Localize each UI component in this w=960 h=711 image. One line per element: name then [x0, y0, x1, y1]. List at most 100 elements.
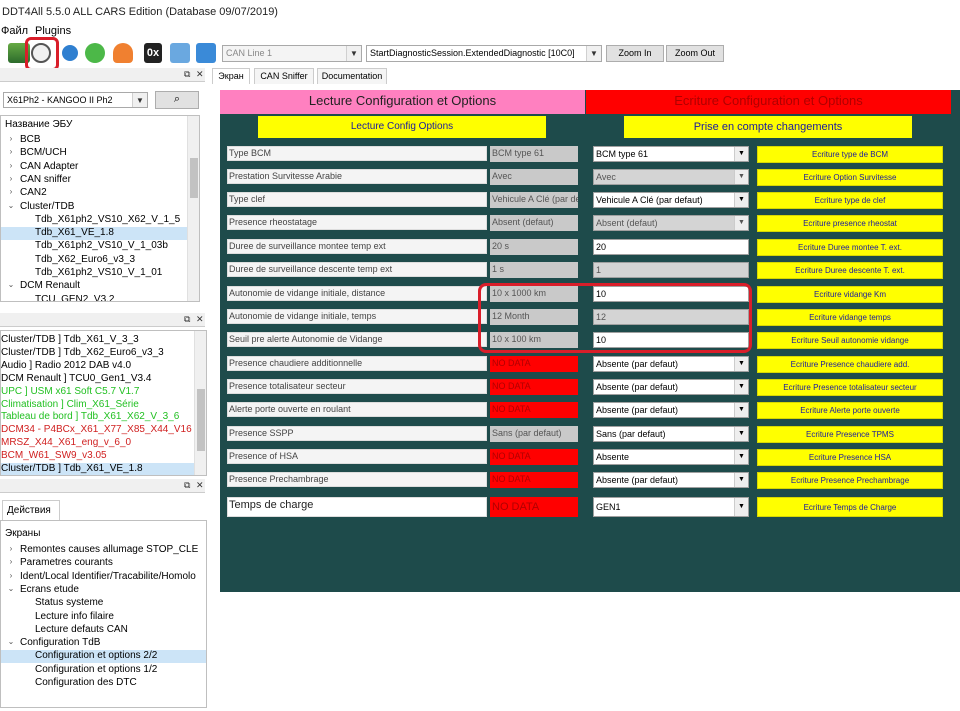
tree-item[interactable]: Tdb_X61ph2_VS10_X62_V_1_5 — [1, 214, 189, 227]
param-select[interactable]: Absente (par defaut) ▼ — [593, 379, 749, 395]
scroll-thumb[interactable] — [190, 158, 198, 198]
tab-actions[interactable]: Действия — [2, 500, 60, 520]
tree-item[interactable]: Tdb_X61_VE_1.8 — [1, 227, 189, 241]
param-select[interactable]: Absente ▼ — [593, 449, 749, 465]
tree-item[interactable]: › CAN2 — [1, 187, 189, 200]
read-config-button[interactable]: Lecture Config Options — [258, 116, 546, 138]
tree-item[interactable]: › BCM/UCH — [1, 147, 189, 160]
expander-icon[interactable]: › — [5, 147, 17, 159]
param-select[interactable]: BCM type 61 ▼ — [593, 146, 749, 162]
menu-plugins[interactable]: Plugins — [35, 25, 71, 37]
close-icon[interactable]: ✕ — [196, 314, 204, 325]
history-item[interactable]: DCM34 - P4BCx_X61_X77_X85_X44_V16 — [1, 424, 195, 437]
refresh-icon[interactable] — [62, 45, 78, 61]
write-param-button[interactable]: Ecriture presence rheostat — [757, 215, 943, 232]
write-param-button[interactable]: Ecriture Alerte porte ouverte — [757, 402, 943, 419]
param-select[interactable]: Absente (par defaut) ▼ — [593, 402, 749, 418]
param-select[interactable]: Sans (par defaut) ▼ — [593, 426, 749, 442]
tree-item[interactable]: Tdb_X61ph2_VS10_V_1_03b — [1, 240, 189, 253]
write-param-button[interactable]: Ecriture Seuil autonomie vidange — [757, 332, 943, 349]
plug-icon[interactable] — [196, 43, 216, 63]
screen-item[interactable]: › Remontes causes allumage STOP_CLE — [1, 544, 206, 557]
expander-icon[interactable]: › — [5, 557, 17, 569]
expander-icon[interactable]: › — [5, 571, 17, 583]
tree-item[interactable]: TCU_GEN2_V3.2 — [1, 294, 189, 301]
write-param-button[interactable]: Ecriture Presence totalisateur secteur — [757, 379, 943, 396]
zoom-out-button[interactable]: Zoom Out — [666, 45, 724, 62]
write-param-button[interactable]: Ecriture Presence Prechambrage — [757, 472, 943, 489]
log-scrollbar[interactable] — [194, 331, 206, 475]
can-line-select[interactable]: CAN Line 1 ▼ — [222, 45, 362, 62]
history-item[interactable]: Audio ] Radio 2012 DAB v4.0 — [1, 360, 195, 373]
tree-item[interactable]: Tdb_X62_Euro6_v3_3 — [1, 254, 189, 267]
screen-item[interactable]: ⌄ Configuration TdB — [1, 637, 206, 650]
history-item[interactable]: Cluster/TDB ] Tdb_X61_VE_1.8 — [1, 463, 195, 475]
write-param-button[interactable]: Ecriture Duree montee T. ext. — [757, 239, 943, 256]
write-param-button[interactable]: Ecriture Temps de Charge — [757, 497, 943, 517]
session-select[interactable]: StartDiagnosticSession.ExtendedDiagnosti… — [366, 45, 602, 62]
close-icon[interactable]: ✕ — [196, 480, 204, 491]
expander-icon[interactable]: ⌄ — [5, 201, 17, 213]
scan-button[interactable]: ⌕ — [155, 91, 199, 109]
param-select[interactable]: Vehicule A Clé (par defaut) ▼ — [593, 192, 749, 208]
write-param-button[interactable]: Ecriture Option Survitesse — [757, 169, 943, 186]
param-select[interactable]: GEN1 ▼ — [593, 497, 749, 517]
param-input[interactable]: 20 — [593, 239, 749, 255]
param-select[interactable]: Absente (par defaut) ▼ — [593, 356, 749, 372]
history-item[interactable]: UPC ] USM x61 Soft C5.7 V1.7 — [1, 386, 195, 399]
screen-item[interactable]: Configuration et options 1/2 — [1, 664, 206, 677]
tree-item[interactable]: › CAN sniffer — [1, 174, 189, 187]
expander-icon[interactable]: › — [5, 134, 17, 146]
write-param-button[interactable]: Ecriture Duree descente T. ext. — [757, 262, 943, 279]
tab-can-sniffer[interactable]: CAN Sniffer — [254, 68, 314, 84]
float-icon[interactable]: ⧉ — [184, 69, 190, 80]
tree-item[interactable]: Tdb_X61ph2_VS10_V_1_01 — [1, 267, 189, 280]
history-item[interactable]: Climatisation ] Clim_X61_Série — [1, 399, 195, 412]
history-item[interactable]: Cluster/TDB ] Tdb_X61_V_3_3 — [1, 334, 195, 347]
history-item[interactable]: DCM Renault ] TCU0_Gen1_V3.4 — [1, 373, 195, 386]
write-param-button[interactable]: Ecriture Presence TPMS — [757, 426, 943, 443]
history-item[interactable]: BCM_W61_SW9_v3.05 — [1, 450, 195, 463]
apply-changes-button[interactable]: Prise en compte changements — [624, 116, 912, 138]
float-icon[interactable]: ⧉ — [184, 480, 190, 491]
expander-icon[interactable]: › — [5, 174, 17, 186]
zoom-in-button[interactable]: Zoom In — [606, 45, 664, 62]
expander-icon[interactable]: ⌄ — [5, 280, 17, 292]
history-item[interactable]: Tableau de bord ] Tdb_X61_X62_V_3_6 — [1, 411, 195, 424]
write-param-button[interactable]: Ecriture type de clef — [757, 192, 943, 209]
menu-file[interactable]: Файл — [1, 25, 28, 37]
write-param-button[interactable]: Ecriture type de BCM — [757, 146, 943, 163]
expander-icon[interactable]: ⌄ — [5, 637, 17, 649]
tree-item[interactable]: ⌄ DCM Renault — [1, 280, 189, 293]
write-param-button[interactable]: Ecriture vidange temps — [757, 309, 943, 326]
expander-icon[interactable]: ⌄ — [5, 584, 17, 596]
screen-item[interactable]: Lecture defauts CAN — [1, 624, 206, 637]
screen-item[interactable]: ⌄ Ecrans etude — [1, 584, 206, 597]
screen-item[interactable]: Status systeme — [1, 597, 206, 610]
close-icon[interactable]: ✕ — [196, 69, 204, 80]
expander-icon[interactable]: › — [5, 187, 17, 199]
scroll-thumb[interactable] — [197, 389, 205, 451]
write-param-button[interactable]: Ecriture Presence HSA — [757, 449, 943, 466]
tree-item[interactable]: ⌄ Cluster/TDB — [1, 201, 189, 214]
tab-documentation[interactable]: Documentation — [317, 68, 387, 84]
expander-icon[interactable]: › — [5, 544, 17, 556]
history-item[interactable]: Cluster/TDB ] Tdb_X62_Euro6_v3_3 — [1, 347, 195, 360]
tab-screen[interactable]: Экран — [212, 68, 250, 84]
heartbeat-icon[interactable] — [113, 43, 133, 63]
hex-mode-icon[interactable]: 0x — [144, 43, 162, 63]
tree-item[interactable]: › CAN Adapter — [1, 161, 189, 174]
screen-item[interactable]: Configuration des DTC — [1, 677, 206, 690]
vehicle-select[interactable]: X61Ph2 - KANGOO II Ph2 ▼ — [3, 92, 148, 108]
screen-item[interactable]: Lecture info filaire — [1, 611, 206, 624]
tree-scrollbar[interactable] — [187, 116, 199, 301]
network-icon[interactable] — [170, 43, 190, 63]
screen-item[interactable]: Configuration et options 2/2 — [1, 650, 206, 664]
expander-icon[interactable]: › — [5, 161, 17, 173]
history-item[interactable]: MRSZ_X44_X61_eng_v_6_0 — [1, 437, 195, 450]
float-icon[interactable]: ⧉ — [184, 314, 190, 325]
write-param-button[interactable]: Ecriture vidange Km — [757, 286, 943, 303]
screen-item[interactable]: › Ident/Local Identifier/Tracabilite/Homo… — [1, 571, 206, 584]
screen-item[interactable]: › Parametres courants — [1, 557, 206, 570]
play-icon[interactable] — [85, 43, 105, 63]
